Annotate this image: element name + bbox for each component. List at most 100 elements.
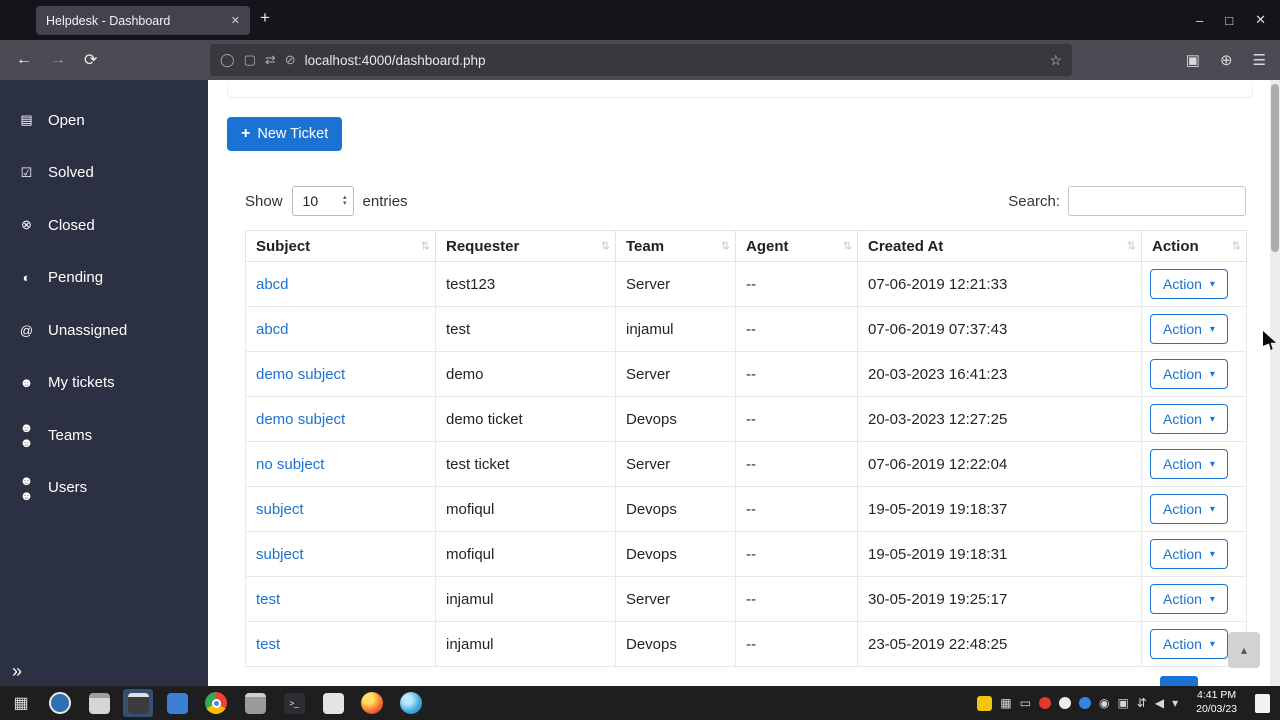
column-header-subject[interactable]: Subject ⇅ [245,230,436,262]
ticket-row: test injamul Devops -- 23-05-2019 22:48:… [245,621,1247,667]
screenshot-tool-icon[interactable] [45,689,75,717]
ticket-subject-link[interactable]: demo subject [256,411,345,428]
status-blue-icon[interactable] [1078,697,1091,709]
sidebar-item-users[interactable]: ☻☻ Users [0,462,208,515]
ticket-row: demo subject demo Server -- 20-03-2023 1… [245,351,1247,397]
sidebar-item-my-tickets[interactable]: ☻ My tickets [0,357,208,410]
ticket-subject-link[interactable]: test [256,591,280,608]
keyboard-icon[interactable]: ▦ [6,689,36,717]
action-dropdown-button[interactable]: Action ▾ [1150,314,1228,344]
globe-icon[interactable]: ⊕ [1220,51,1233,69]
terminal-icon[interactable]: >_ [279,689,309,717]
action-dropdown-button[interactable]: Action ▾ [1150,539,1228,569]
new-tab-button[interactable]: + [260,8,270,28]
screen-share-icon[interactable]: ◉ [1099,696,1109,710]
page-scrollbar[interactable] [1270,80,1280,686]
url-bar[interactable]: ◯ ▢ ⇄ ⊘ localhost:4000/dashboard.php ☆ [210,44,1072,76]
active-terminal-window-icon[interactable] [123,689,153,717]
taskbar: ▦ >_ ▦ ▭ ◉ ▣ ⇵ ◀ ▾ 4:41 PM 20/03/23 [0,686,1280,720]
web-globe-icon[interactable] [396,689,426,717]
notes-icon[interactable] [977,695,993,711]
tracking-protection-icon[interactable]: ◯ [220,52,235,68]
sidebar-item-teams[interactable]: ☻☻ Teams [0,409,208,462]
show-desktop-icon[interactable] [1255,693,1270,713]
new-ticket-button[interactable]: + New Ticket [227,117,343,151]
caret-down-icon: ▾ [1209,458,1215,470]
forward-icon[interactable]: → [50,40,66,80]
action-label: Action [1163,366,1202,382]
action-dropdown-button[interactable]: Action ▾ [1150,449,1228,479]
software-center-icon[interactable] [162,689,192,717]
scroll-to-top-button[interactable]: ▴ [1228,632,1260,668]
column-header-requester[interactable]: Requester ⇅ [435,230,616,262]
pagination-button-partial[interactable] [1160,676,1198,686]
scrollbar-thumb[interactable] [1271,84,1279,252]
requester-cell: test123 [435,261,616,307]
pocket-icon[interactable]: ▣ [1186,51,1200,69]
action-dropdown-button[interactable]: Action ▾ [1150,359,1228,389]
search-input[interactable] [1068,186,1246,216]
minimize-button[interactable]: – [1196,13,1203,28]
firefox-icon[interactable] [357,689,387,717]
column-header-action[interactable]: Action ⇅ [1141,230,1247,262]
camera-icon[interactable]: ▣ [1117,696,1128,710]
action-label: Action [1163,501,1202,517]
ticket-subject-link[interactable]: test [256,636,280,653]
entries-select[interactable]: 10 ▴ ▾ [291,186,354,216]
ticket-subject-link[interactable]: abcd [256,276,289,293]
window-icon[interactable] [240,689,270,717]
show-label: Show [245,192,283,210]
keyboard-indicator-icon[interactable]: ▦ [1000,696,1011,710]
window-controls: – □ ✕ [1196,0,1266,40]
column-header-agent[interactable]: Agent ⇅ [735,230,858,262]
ticket-subject-link[interactable]: abcd [256,321,289,338]
chrome-icon[interactable] [201,689,231,717]
column-header-team[interactable]: Team ⇅ [615,230,736,262]
sidebar-item-pending[interactable]: ◐ Pending [0,252,208,305]
sidebar-item-closed[interactable]: ⊗ Closed [0,199,208,252]
action-dropdown-button[interactable]: Action ▾ [1150,629,1228,659]
action-label: Action [1163,276,1202,292]
action-cell: Action ▾ [1141,396,1247,442]
volume-icon[interactable]: ◀ [1155,696,1164,710]
action-dropdown-button[interactable]: Action ▾ [1150,404,1228,434]
ticket-row: no subject test ticket Server -- 07-06-2… [245,441,1247,487]
browser-tab[interactable]: Helpdesk - Dashboard ✕ [36,6,250,35]
ticket-subject-link[interactable]: subject [256,546,304,563]
maximize-button[interactable]: □ [1225,13,1233,28]
page-info-icon[interactable]: ▢ [244,52,256,68]
ticket-subject-link[interactable]: subject [256,501,304,518]
back-icon[interactable]: ← [16,40,32,80]
tab-close-icon[interactable]: ✕ [231,14,240,27]
status-white-icon[interactable] [1058,697,1071,709]
window-close-button[interactable]: ✕ [1255,12,1266,28]
files-icon[interactable] [84,689,114,717]
sidebar-collapse-icon[interactable]: » [12,661,22,682]
network-icon[interactable]: ⇵ [1137,696,1147,710]
tray-expander-icon[interactable]: ▾ [1172,696,1178,710]
sidebar-item-open[interactable]: ▤ Open [0,94,208,147]
menu-hamburger-icon[interactable]: ☰ [1253,51,1266,69]
container-icon[interactable]: ⇄ [265,52,276,68]
agent-cell: -- [735,351,858,397]
created-at-cell: 19-05-2019 19:18:31 [857,531,1142,577]
text-editor-icon[interactable] [318,689,348,717]
action-dropdown-button[interactable]: Action ▾ [1150,494,1228,524]
bookmark-star-icon[interactable]: ☆ [1049,52,1062,69]
ticket-row: subject mofiqul Devops -- 19-05-2019 19:… [245,486,1247,532]
taskbar-clock[interactable]: 4:41 PM 20/03/23 [1196,689,1237,716]
requester-cell: demo ticket [435,396,616,442]
column-header-created-at[interactable]: Created At ⇅ [857,230,1142,262]
reload-icon[interactable]: ⟳ [84,40,97,80]
ticket-row: demo subject demo ticket Devops -- 20-03… [245,396,1247,442]
display-icon[interactable]: ▭ [1020,696,1031,710]
ticket-subject-link[interactable]: no subject [256,456,324,473]
search-area: Search: [1008,186,1246,216]
action-dropdown-button[interactable]: Action ▾ [1150,269,1228,299]
shield-off-icon[interactable]: ⊘ [285,52,296,68]
record-status-icon[interactable] [1038,697,1051,709]
ticket-subject-link[interactable]: demo subject [256,366,345,383]
action-dropdown-button[interactable]: Action ▾ [1150,584,1228,614]
sidebar-item-solved[interactable]: ☑ Solved [0,147,208,200]
sidebar-item-unassigned[interactable]: @ Unassigned [0,304,208,357]
